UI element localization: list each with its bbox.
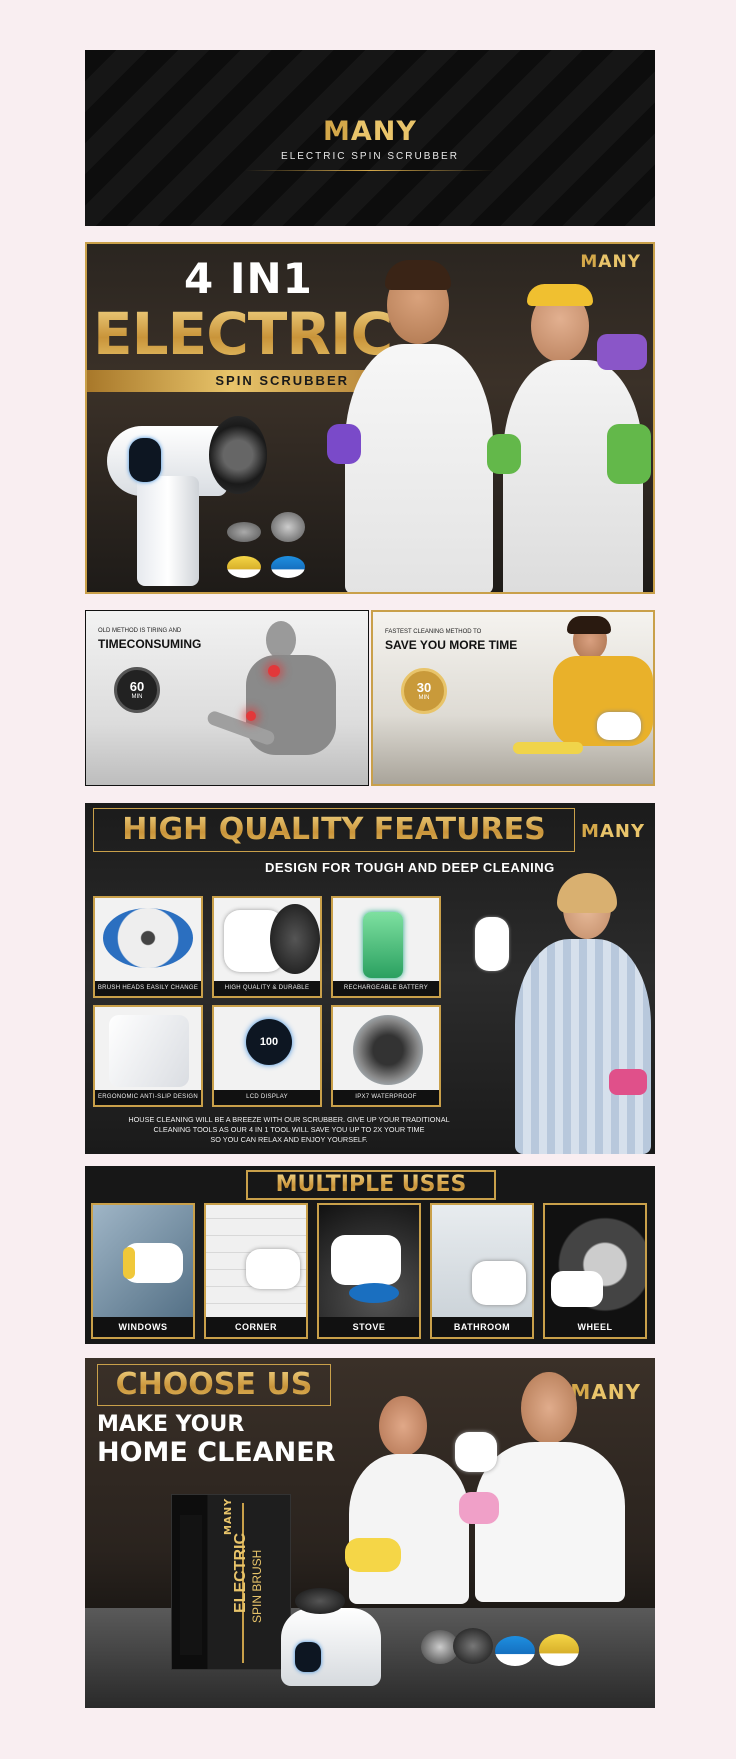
feature-caption: LCD DISPLAY xyxy=(214,1090,320,1105)
feature-caption: HIGH QUALITY & DURABLE xyxy=(214,981,320,996)
comparison-panel: OLD METHOD IS TIRING AND TIMECONSUMING 6… xyxy=(85,610,655,786)
lcd-display: 100 xyxy=(246,1019,292,1065)
use-stove: STOVE xyxy=(317,1203,421,1339)
brand-banner: MANY ELECTRIC SPIN SCRUBBER xyxy=(85,50,655,226)
box-line1: ELECTRIC xyxy=(232,1533,249,1613)
feature-caption: IPX7 WATERPROOF xyxy=(333,1090,439,1105)
sponge-blue xyxy=(271,556,305,578)
uses-title: MULTIPLE USES xyxy=(248,1172,494,1198)
new-method-woman xyxy=(513,616,653,784)
choose-man xyxy=(455,1362,635,1602)
choose-scrubber xyxy=(281,1588,401,1688)
box-logo: MANY xyxy=(223,1497,234,1535)
feature-tile-6: IPX7 WATERPROOF xyxy=(331,1005,441,1107)
feature-caption: ERGONOMIC ANTI-SLIP DESIGN xyxy=(95,1090,201,1105)
features-woman xyxy=(475,873,655,1154)
features-title-box: HIGH QUALITY FEATURES xyxy=(93,808,575,852)
features-description: HOUSE CLEANING WILL BE A BREEZE WITH OUR… xyxy=(128,1115,450,1144)
choose-title-box: CHOOSE US xyxy=(97,1364,331,1406)
feature-caption: BRUSH HEADS EASILY CHANGE xyxy=(95,981,201,996)
sponge-yellow xyxy=(227,556,261,578)
brush-head-gray-2 xyxy=(271,512,305,542)
page: { "colors": { "gold": "#d4a84a", "dark":… xyxy=(0,0,736,1759)
hero-line1: 4 IN1 xyxy=(184,254,313,303)
use-windows: WINDOWS xyxy=(91,1203,195,1339)
hero-logo: MANY xyxy=(580,252,641,272)
new-method-small: FASTEST CLEANING METHOD TO xyxy=(385,629,482,635)
use-label: STOVE xyxy=(319,1317,419,1337)
banner-logo: MANY xyxy=(323,116,417,147)
use-label: CORNER xyxy=(206,1317,306,1337)
old-method-small: OLD METHOD IS TIRING AND xyxy=(98,628,182,634)
use-label: WINDOWS xyxy=(93,1317,193,1337)
use-label: WHEEL xyxy=(545,1317,645,1337)
use-bathroom: BATHROOM xyxy=(430,1203,534,1339)
feature-tile-4: ERGONOMIC ANTI-SLIP DESIGN xyxy=(93,1005,203,1107)
old-timer: 60 MIN xyxy=(114,667,160,713)
old-method-woman xyxy=(205,621,356,781)
uses-panel: MULTIPLE USES WINDOWS CORNER STOVE BATHR… xyxy=(85,1166,655,1344)
banner-divider xyxy=(245,170,495,171)
choose-line1: MAKE YOUR xyxy=(97,1412,245,1437)
feature-caption: RECHARGEABLE BATTERY xyxy=(333,981,439,996)
banner-subtitle: ELECTRIC SPIN SCRUBBER xyxy=(281,151,459,162)
hero-panel: MANY 4 IN1 ELECTRIC SPIN SCRUBBER xyxy=(85,242,655,594)
choose-panel: CHOOSE US MANY MAKE YOUR HOME CLEANER MA… xyxy=(85,1358,655,1708)
choose-title: CHOOSE US xyxy=(98,1365,330,1405)
new-timer: 30 MIN xyxy=(401,668,447,714)
uses-title-box: MULTIPLE USES xyxy=(246,1170,496,1200)
feature-tile-3: RECHARGEABLE BATTERY xyxy=(331,896,441,998)
choose-brush-dark xyxy=(453,1628,493,1664)
features-logo: MANY xyxy=(581,821,645,842)
feature-tile-2: HIGH QUALITY & DURABLE xyxy=(212,896,322,998)
feature-tile-1: BRUSH HEADS EASILY CHANGE xyxy=(93,896,203,998)
box-line2: SPIN BRUSH xyxy=(250,1549,264,1623)
old-method-card: OLD METHOD IS TIRING AND TIMECONSUMING 6… xyxy=(85,610,369,786)
features-title: HIGH QUALITY FEATURES xyxy=(94,809,574,851)
use-label: BATHROOM xyxy=(432,1317,532,1337)
new-method-card: FASTEST CLEANING METHOD TO SAVE YOU MORE… xyxy=(371,610,655,786)
hero-man xyxy=(327,254,507,592)
brush-head xyxy=(209,416,267,494)
use-wheel: WHEEL xyxy=(543,1203,647,1339)
choose-sponge-blue xyxy=(495,1636,535,1666)
product-box: MANY ELECTRIC SPIN BRUSH xyxy=(171,1494,291,1670)
lcd-screen xyxy=(129,438,161,482)
choose-line2: HOME CLEANER xyxy=(97,1437,336,1468)
features-panel: HIGH QUALITY FEATURES MANY DESIGN FOR TO… xyxy=(85,803,655,1154)
hero-woman xyxy=(487,284,653,592)
choose-sponge-yellow xyxy=(539,1634,579,1666)
new-method-big: SAVE YOU MORE TIME xyxy=(385,638,518,652)
feature-tile-5: 100 LCD DISPLAY xyxy=(212,1005,322,1107)
old-method-big: TIMECONSUMING xyxy=(98,637,202,651)
brush-head-gray-1 xyxy=(227,522,261,542)
use-corner: CORNER xyxy=(204,1203,308,1339)
